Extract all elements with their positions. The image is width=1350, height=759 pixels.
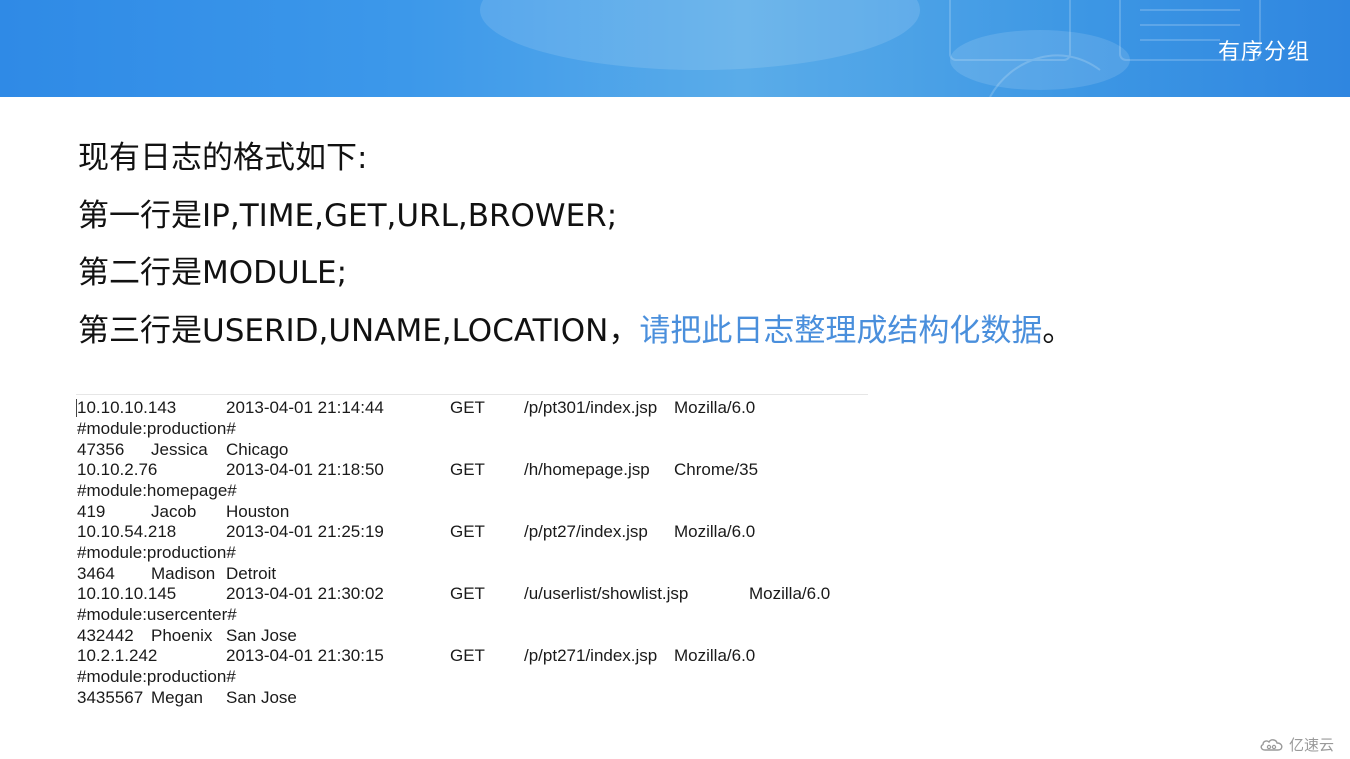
- watermark-brand: 亿速云: [1288, 736, 1334, 754]
- intro-line-2: 第一行是IP,TIME,GET,URL,BROWER;: [78, 197, 618, 234]
- brand-watermark: 亿速云: [1259, 734, 1334, 755]
- log-url: /p/pt271/index.jsp: [524, 646, 658, 665]
- log-module: #module:homepage#: [77, 481, 237, 500]
- log-userid: 3435567: [77, 688, 144, 707]
- log-location: Detroit: [226, 564, 277, 583]
- log-module: #module:production#: [77, 667, 236, 686]
- log-time: 2013-04-01 21:18:50: [226, 460, 384, 479]
- log-browser: Chrome/35: [674, 460, 759, 479]
- intro-line-4: 第三行是USERID,UNAME,LOCATION，请把此日志整理成结构化数据。: [78, 303, 1308, 361]
- log-uname: Jessica: [151, 440, 208, 459]
- log-browser: Mozilla/6.0: [749, 584, 831, 603]
- log-method: GET: [450, 646, 485, 665]
- log-browser: Mozilla/6.0: [674, 522, 756, 541]
- log-url: /p/pt301/index.jsp: [524, 398, 658, 417]
- log-userid: 432442: [77, 626, 134, 645]
- log-uname: Madison: [151, 564, 216, 583]
- log-time: 2013-04-01 21:25:19: [226, 522, 384, 541]
- log-userid: 47356: [77, 440, 125, 459]
- log-module: #module:production#: [77, 543, 236, 562]
- log-method: GET: [450, 460, 485, 479]
- log-uname: Megan: [151, 688, 203, 707]
- header-banner: 有序分组: [0, 0, 1350, 97]
- log-uname: Phoenix: [151, 626, 213, 645]
- log-location: Houston: [226, 502, 290, 521]
- log-method: GET: [450, 522, 485, 541]
- log-browser: Mozilla/6.0: [674, 398, 756, 417]
- intro-line-4-prefix: 第三行是USERID,UNAME,LOCATION，: [78, 312, 640, 349]
- intro-line-3: 第二行是MODULE;: [78, 255, 348, 291]
- intro-text: 现有日志的格式如下: 第一行是IP,TIME,GET,URL,BROWER; 第…: [78, 130, 1308, 360]
- log-module: #module:production#: [77, 419, 236, 438]
- log-ip: 10.10.10.143: [77, 398, 177, 417]
- log-ip: 10.10.10.145: [77, 584, 177, 603]
- log-ip: 10.2.1.242: [77, 646, 158, 665]
- log-userid: 419: [77, 502, 106, 521]
- log-time: 2013-04-01 21:30:02: [226, 584, 384, 603]
- log-userid: 3464: [77, 564, 115, 583]
- log-url: /u/userlist/showlist.jsp: [524, 584, 689, 603]
- log-method: GET: [450, 398, 485, 417]
- intro-line-4-suffix: 。: [1042, 312, 1074, 349]
- log-url: /p/pt27/index.jsp: [524, 522, 648, 541]
- log-browser: Mozilla/6.0: [674, 646, 756, 665]
- log-location: Chicago: [226, 440, 289, 459]
- log-uname: Jacob: [151, 502, 197, 521]
- log-location: San Jose: [226, 688, 297, 707]
- log-time: 2013-04-01 21:14:44: [226, 398, 384, 417]
- banner-decoration: [480, 0, 1261, 97]
- log-time: 2013-04-01 21:30:15: [226, 646, 384, 665]
- log-method: GET: [450, 584, 485, 603]
- log-ip: 10.10.54.218: [77, 522, 177, 541]
- log-ip: 10.10.2.76: [77, 460, 158, 479]
- intro-line-4-highlight: 请把此日志整理成结构化数据: [639, 312, 1043, 349]
- cloud-logo-icon: [1260, 738, 1283, 751]
- intro-line-1: 现有日志的格式如下:: [78, 140, 368, 176]
- page-section-title: 有序分组: [1217, 40, 1310, 65]
- log-location: San Jose: [226, 626, 297, 645]
- log-module: #module:usercenter#: [77, 605, 237, 624]
- log-url: /h/homepage.jsp: [524, 460, 650, 479]
- log-sample-panel: 10.10.10.143 2013-04-01 21:14:44 GET /p/…: [76, 394, 868, 711]
